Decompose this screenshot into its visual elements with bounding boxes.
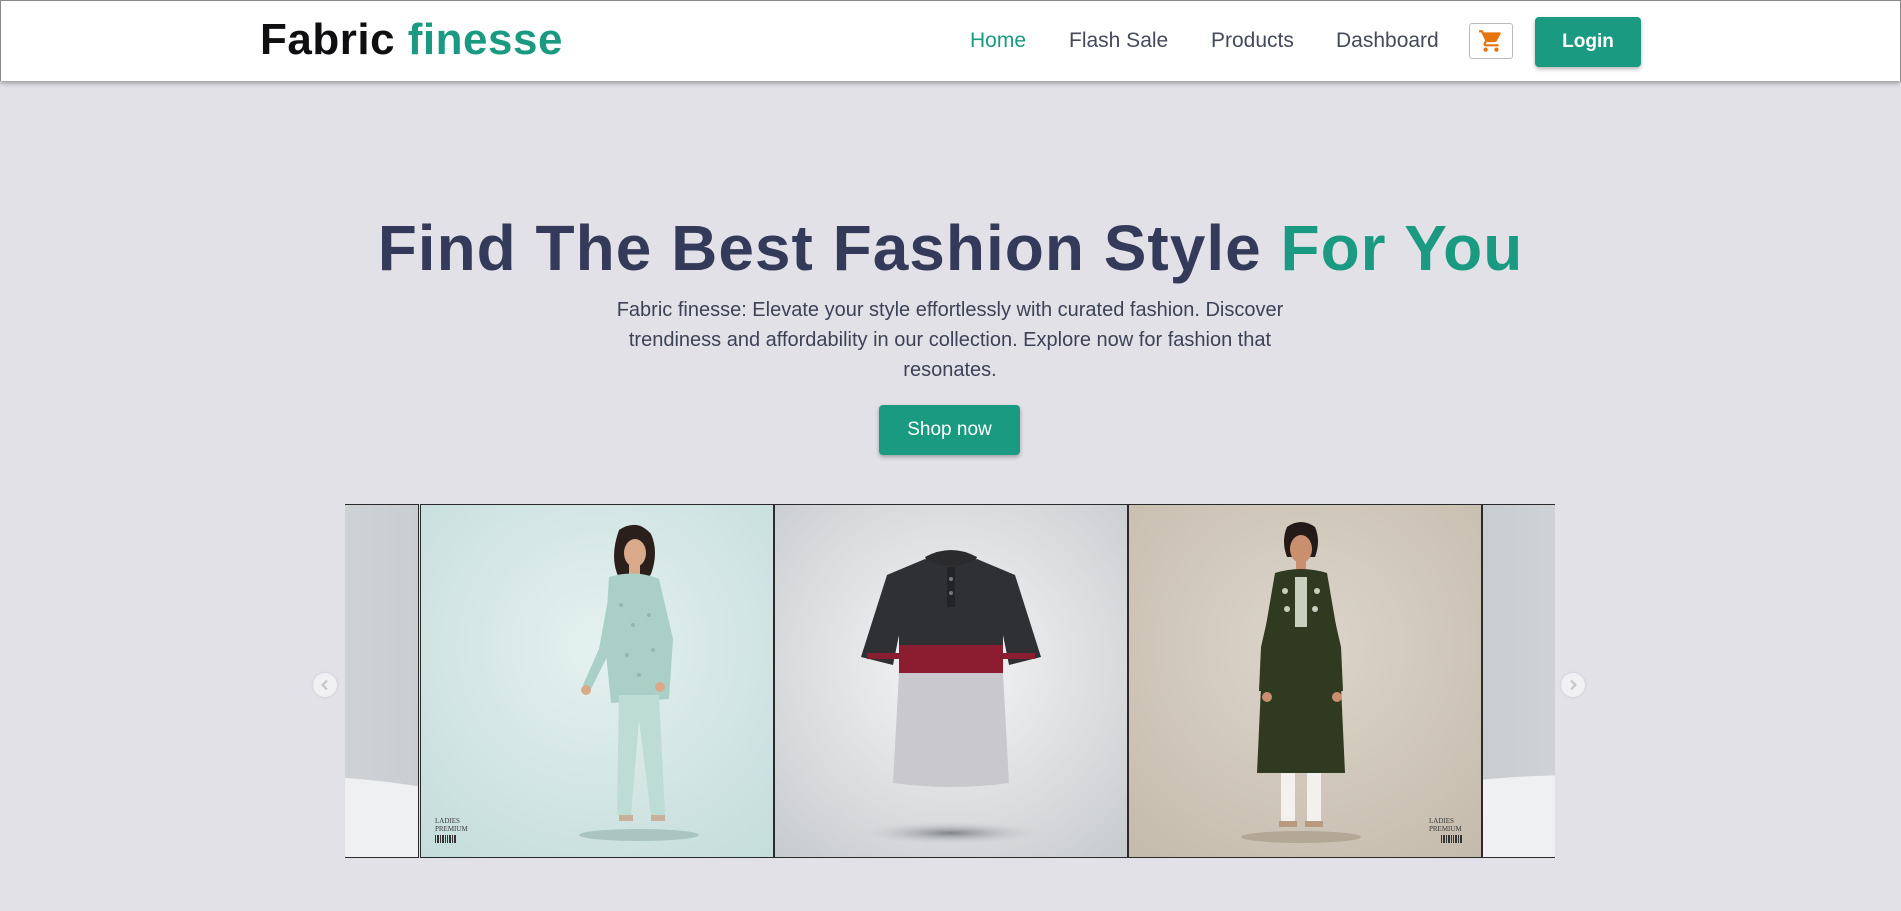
brand-logo[interactable]: Fabric finesse: [260, 15, 563, 65]
slide-tag-line1: LADIES: [435, 817, 460, 825]
carousel-slide[interactable]: LADIES PREMIUM: [420, 504, 774, 858]
carousel-next-button[interactable]: [1561, 673, 1585, 697]
shop-now-button[interactable]: Shop now: [879, 405, 1020, 455]
carousel-slide[interactable]: [774, 504, 1128, 858]
shopping-cart-icon: [1479, 30, 1501, 52]
product-image-green-kurti: LADIES PREMIUM: [1129, 505, 1481, 857]
brand-name-part2: finesse: [407, 15, 563, 64]
hero-title-main: Find The Best Fashion Style: [377, 212, 1262, 284]
product-image: [345, 505, 418, 857]
hero-description: Fabric finesse: Elevate your style effor…: [616, 299, 1284, 381]
slide-tag-line1: LADIES: [1429, 817, 1454, 825]
product-image-mint-coord-set: LADIES PREMIUM: [421, 505, 773, 857]
navbar: Fabric finesse Home Flash Sale Products …: [0, 0, 1901, 81]
chevron-right-icon: [1570, 679, 1577, 691]
barcode-icon: [435, 835, 456, 843]
cart-button[interactable]: [1469, 23, 1513, 59]
nav-link-flash-sale[interactable]: Flash Sale: [1069, 28, 1168, 54]
nav-link-home[interactable]: Home: [970, 28, 1026, 54]
slide-tag-line2: PREMIUM: [1429, 825, 1462, 833]
chevron-left-icon: [321, 679, 328, 691]
carousel-prev-button[interactable]: [313, 673, 337, 697]
nav-link-dashboard[interactable]: Dashboard: [1336, 28, 1439, 54]
nav-link-products[interactable]: Products: [1211, 28, 1294, 54]
carousel-slide-partial-right[interactable]: [1482, 504, 1555, 858]
product-image-polo-shirt: [775, 505, 1127, 857]
barcode-icon: [1441, 835, 1462, 843]
brand-name-part1: Fabric: [260, 15, 396, 64]
slide-tag-line2: PREMIUM: [435, 825, 468, 833]
product-image: [1483, 505, 1555, 857]
carousel-slide-partial-left[interactable]: [345, 504, 419, 858]
product-carousel[interactable]: LADIES PREMIUM LADIES PREMIUM: [345, 504, 1555, 859]
login-button[interactable]: Login: [1535, 17, 1641, 67]
hero-title: Find The Best Fashion Style For You: [0, 210, 1901, 286]
carousel-slide[interactable]: LADIES PREMIUM: [1128, 504, 1482, 858]
hero-title-accent: For You: [1280, 212, 1524, 284]
